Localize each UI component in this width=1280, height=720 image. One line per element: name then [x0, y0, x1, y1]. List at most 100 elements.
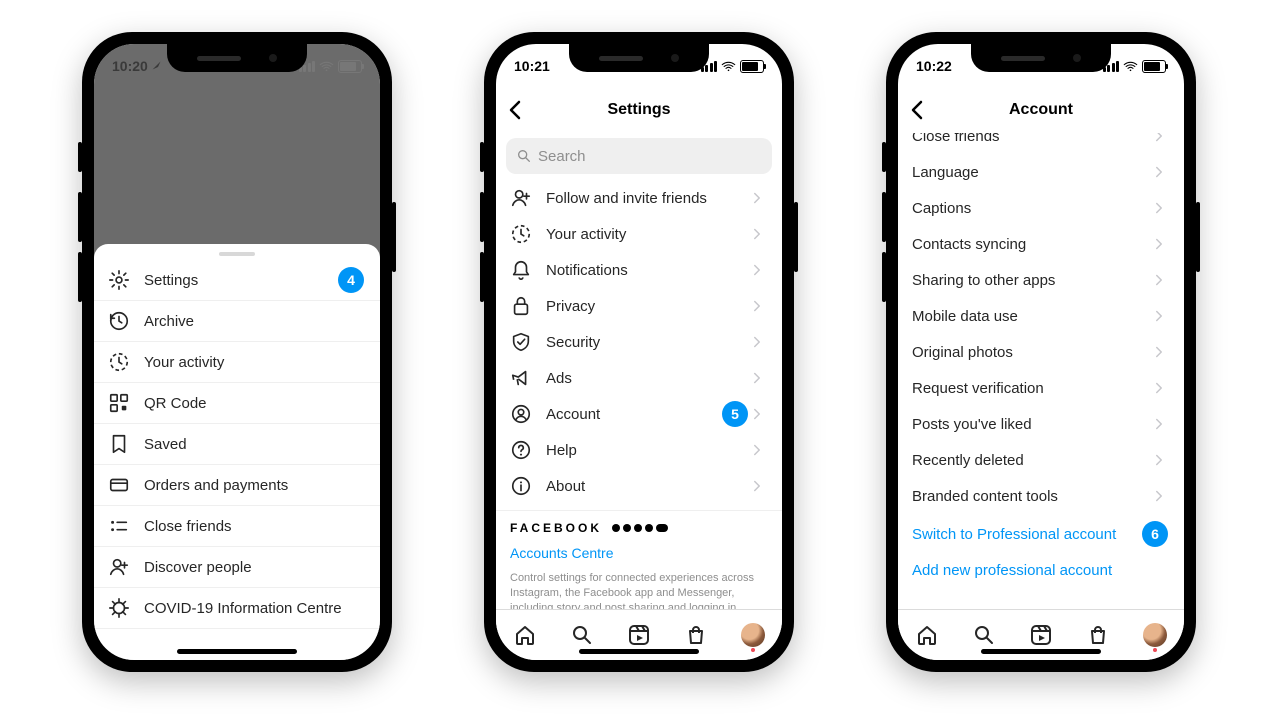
location-icon	[151, 60, 163, 72]
row-about[interactable]: About	[496, 468, 782, 504]
row-label: Close friends	[912, 132, 1150, 145]
chevron-right-icon	[748, 225, 766, 243]
qr-icon	[108, 392, 130, 414]
row-captions[interactable]: Captions	[898, 190, 1184, 226]
tab-profile[interactable]	[1142, 622, 1168, 648]
phone-2: 10:21 Settings Search Follow and invite …	[484, 32, 794, 672]
reels-icon	[627, 623, 651, 647]
closefriends-icon	[108, 515, 130, 537]
row-label: Branded content tools	[912, 488, 1150, 505]
row-recently-deleted[interactable]: Recently deleted	[898, 442, 1184, 478]
row-label: Your activity	[144, 354, 364, 371]
chevron-right-icon	[748, 477, 766, 495]
tab-reels[interactable]	[626, 622, 652, 648]
row-label: Security	[546, 334, 748, 351]
phone-3: 10:22 Account Close friendsLanguageCapti…	[886, 32, 1196, 672]
chevron-right-icon	[748, 261, 766, 279]
row-settings[interactable]: Settings4	[94, 260, 380, 301]
row-branded-content-tools[interactable]: Branded content tools	[898, 478, 1184, 514]
row-label: Saved	[144, 436, 364, 453]
chevron-right-icon	[748, 333, 766, 351]
accounts-centre-link[interactable]: Accounts Centre	[510, 545, 768, 561]
row-account[interactable]: Account5	[496, 396, 782, 432]
row-notifications[interactable]: Notifications	[496, 252, 782, 288]
row-label: Privacy	[546, 298, 748, 315]
page-title: Settings	[496, 101, 782, 119]
chevron-right-icon	[748, 441, 766, 459]
row-your-activity[interactable]: Your activity	[94, 342, 380, 383]
status-time: 10:21	[514, 58, 550, 74]
row-close-friends[interactable]: Close friends	[898, 132, 1184, 154]
row-label: Follow and invite friends	[546, 190, 748, 207]
tab-reels[interactable]	[1028, 622, 1054, 648]
row-label: Discover people	[144, 559, 364, 576]
home-indicator[interactable]	[177, 649, 297, 654]
tab-home[interactable]	[914, 622, 940, 648]
row-contacts-syncing[interactable]: Contacts syncing	[898, 226, 1184, 262]
activity-icon	[510, 223, 532, 245]
row-archive[interactable]: Archive	[94, 301, 380, 342]
row-help[interactable]: Help	[496, 432, 782, 468]
row-close-friends[interactable]: Close friends	[94, 506, 380, 547]
row-covid-19-information-centre[interactable]: COVID-19 Information Centre	[94, 588, 380, 629]
bookmark-icon	[108, 433, 130, 455]
battery-icon	[740, 60, 764, 73]
row-label: Orders and payments	[144, 477, 364, 494]
row-follow-and-invite-friends[interactable]: Follow and invite friends	[496, 180, 782, 216]
account-icon	[510, 403, 532, 425]
battery-icon	[1142, 60, 1166, 73]
home-icon	[513, 623, 537, 647]
row-saved[interactable]: Saved	[94, 424, 380, 465]
row-posts-you-ve-liked[interactable]: Posts you've liked	[898, 406, 1184, 442]
card-icon	[108, 474, 130, 496]
row-original-photos[interactable]: Original photos	[898, 334, 1184, 370]
row-label: About	[546, 478, 748, 495]
step-badge: 6	[1142, 521, 1168, 547]
tab-search[interactable]	[971, 622, 997, 648]
row-request-verification[interactable]: Request verification	[898, 370, 1184, 406]
row-orders-and-payments[interactable]: Orders and payments	[94, 465, 380, 506]
row-label: Archive	[144, 313, 364, 330]
row-sharing-to-other-apps[interactable]: Sharing to other apps	[898, 262, 1184, 298]
row-label: Posts you've liked	[912, 416, 1150, 433]
row-privacy[interactable]: Privacy	[496, 288, 782, 324]
row-switch-to-professional-account[interactable]: Switch to Professional account6	[898, 516, 1184, 552]
tab-search[interactable]	[569, 622, 595, 648]
row-your-activity[interactable]: Your activity	[496, 216, 782, 252]
chevron-right-icon	[1150, 132, 1168, 145]
archive-icon	[108, 310, 130, 332]
tab-shop[interactable]	[683, 622, 709, 648]
avatar	[741, 623, 765, 647]
home-indicator[interactable]	[981, 649, 1101, 654]
wifi-icon	[721, 61, 736, 72]
tab-shop[interactable]	[1085, 622, 1111, 648]
row-label: Notifications	[546, 262, 748, 279]
discover-icon	[510, 187, 532, 209]
tab-profile[interactable]	[740, 622, 766, 648]
chevron-right-icon	[1150, 415, 1168, 433]
home-indicator[interactable]	[579, 649, 699, 654]
row-qr-code[interactable]: QR Code	[94, 383, 380, 424]
row-ads[interactable]: Ads	[496, 360, 782, 396]
row-mobile-data-use[interactable]: Mobile data use	[898, 298, 1184, 334]
tab-home[interactable]	[512, 622, 538, 648]
row-add-new-professional-account[interactable]: Add new professional account	[898, 552, 1184, 588]
row-label: Account	[546, 406, 714, 423]
facebook-section: FACEBOOK Accounts Centre Control setting…	[496, 510, 782, 610]
search-input[interactable]: Search	[506, 138, 772, 174]
row-language[interactable]: Language	[898, 154, 1184, 190]
row-label: Captions	[912, 200, 1150, 217]
row-label: Add new professional account	[912, 562, 1168, 579]
chevron-right-icon	[748, 297, 766, 315]
about-icon	[510, 475, 532, 497]
row-security[interactable]: Security	[496, 324, 782, 360]
chevron-right-icon	[1150, 163, 1168, 181]
phone-1: 10:20 Settings4ArchiveYour activityQR Co…	[82, 32, 392, 672]
row-discover-people[interactable]: Discover people	[94, 547, 380, 588]
row-label: Help	[546, 442, 748, 459]
chevron-right-icon	[1150, 235, 1168, 253]
row-label: Ads	[546, 370, 748, 387]
row-label: Close friends	[144, 518, 364, 535]
sheet-grabber[interactable]	[219, 252, 255, 256]
row-label: Mobile data use	[912, 308, 1150, 325]
